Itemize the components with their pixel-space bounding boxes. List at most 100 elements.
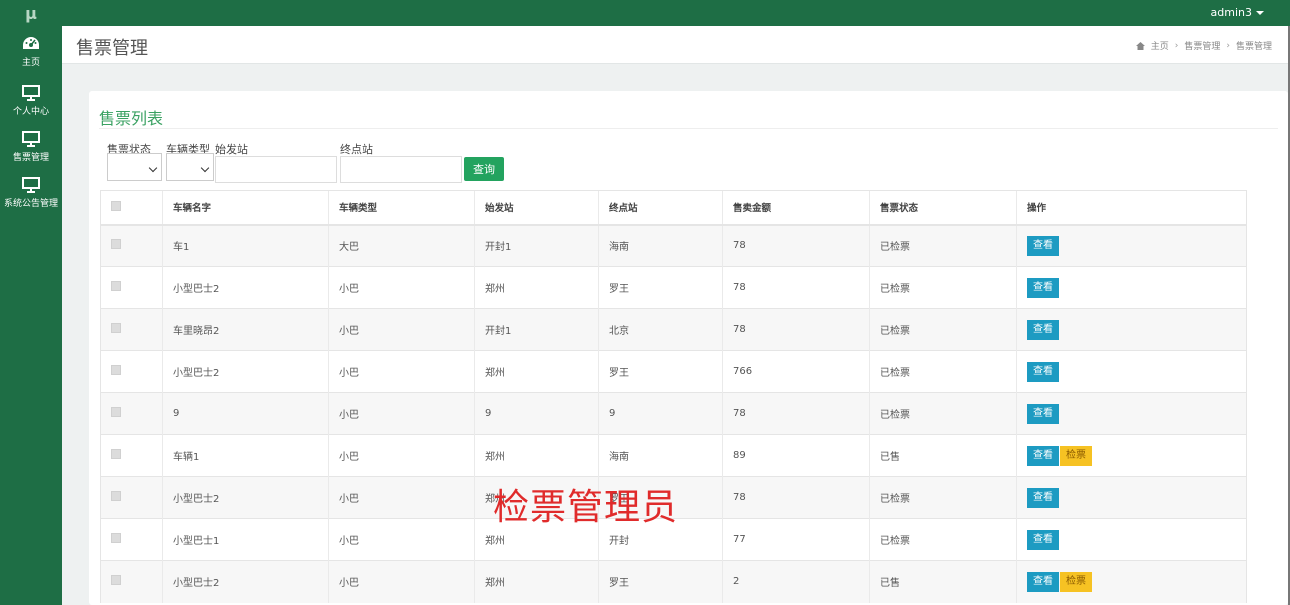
overlay-caption: 检票管理员 bbox=[493, 487, 679, 528]
cell-status: 已检票 bbox=[869, 266, 1017, 309]
cell-origin: 郑州 bbox=[474, 434, 599, 477]
actions-cell: 查看 bbox=[1016, 392, 1247, 435]
monitor-icon bbox=[22, 85, 40, 101]
cell-name: 小型巴士2 bbox=[162, 350, 329, 393]
row-checkbox-cell bbox=[100, 350, 163, 393]
vehicle-type-select[interactable] bbox=[166, 153, 214, 181]
check-ticket-button[interactable]: 检票 bbox=[1060, 445, 1092, 466]
actions-cell: 查看 bbox=[1016, 476, 1247, 519]
cell-amount: 78 bbox=[722, 476, 870, 519]
cell-origin: 9 bbox=[474, 392, 599, 435]
row-checkbox[interactable] bbox=[111, 407, 121, 417]
monitor-icon bbox=[22, 177, 40, 193]
cell-origin: 开封1 bbox=[474, 224, 599, 267]
page-title: 售票管理 bbox=[76, 38, 148, 59]
cell-name: 小型巴士2 bbox=[162, 560, 329, 603]
sidebar-item-profile[interactable]: 个人中心 bbox=[0, 78, 62, 124]
cell-name: 小型巴士2 bbox=[162, 476, 329, 519]
sidebar-item-label: 个人中心 bbox=[12, 107, 49, 117]
sidebar-item-label: 主页 bbox=[21, 58, 40, 68]
chevron-down-icon bbox=[200, 163, 210, 173]
table-header-row: 车辆名字 车辆类型 始发站 终点站 售卖金额 售票状态 操作 bbox=[100, 190, 1247, 226]
table-row: 车1 大巴 开封1 海南 78 已检票 查看 bbox=[100, 224, 1247, 267]
view-button[interactable]: 查看 bbox=[1027, 571, 1059, 592]
ticket-list-panel: 售票列表 售票状态 车辆类型 始发站 终点站 查询 车辆名字 车辆类型 始发站 … bbox=[89, 91, 1288, 605]
cell-dest: 罗王 bbox=[598, 350, 723, 393]
select-all-checkbox-cell bbox=[100, 190, 163, 226]
destination-input[interactable] bbox=[340, 156, 462, 183]
view-button[interactable]: 查看 bbox=[1027, 529, 1059, 550]
view-button[interactable]: 查看 bbox=[1027, 319, 1059, 340]
column-header[interactable]: 车辆名字 bbox=[162, 190, 329, 226]
cell-amount: 78 bbox=[722, 308, 870, 351]
cell-status: 已检票 bbox=[869, 392, 1017, 435]
cell-dest: 海南 bbox=[598, 434, 723, 477]
user-name: admin3 bbox=[1210, 6, 1252, 19]
cell-amount: 77 bbox=[722, 518, 870, 561]
query-button[interactable]: 查询 bbox=[464, 157, 504, 181]
actions-cell: 查看 bbox=[1016, 350, 1247, 393]
breadcrumb-item[interactable]: 售票管理 bbox=[1184, 39, 1220, 52]
row-checkbox[interactable] bbox=[111, 533, 121, 543]
caret-down-icon bbox=[1256, 11, 1264, 15]
row-checkbox-cell bbox=[100, 476, 163, 519]
row-checkbox[interactable] bbox=[111, 575, 121, 586]
row-checkbox-cell bbox=[100, 518, 163, 561]
column-header[interactable]: 车辆类型 bbox=[328, 190, 475, 226]
sidebar-item-home[interactable]: 主页 bbox=[0, 26, 62, 78]
row-checkbox-cell bbox=[100, 560, 163, 603]
table-row: 小型巴士2 小巴 郑州 罗王 78 已检票 查看 bbox=[100, 266, 1247, 309]
cell-type: 小巴 bbox=[328, 560, 475, 603]
view-button[interactable]: 查看 bbox=[1027, 487, 1059, 508]
app-logo[interactable]: μ bbox=[0, 0, 62, 26]
actions-cell: 查看 检票 bbox=[1016, 560, 1247, 603]
view-button[interactable]: 查看 bbox=[1027, 277, 1059, 298]
row-checkbox-cell bbox=[100, 224, 163, 267]
view-button[interactable]: 查看 bbox=[1027, 403, 1059, 424]
cell-name: 9 bbox=[162, 392, 329, 435]
cell-type: 小巴 bbox=[328, 350, 475, 393]
column-header[interactable]: 终点站 bbox=[598, 190, 723, 226]
row-checkbox-cell bbox=[100, 434, 163, 477]
cell-name: 车1 bbox=[162, 224, 329, 267]
view-button[interactable]: 查看 bbox=[1027, 235, 1059, 256]
row-checkbox-cell bbox=[100, 308, 163, 351]
table-row: 小型巴士2 小巴 郑州 罗王 2 已售 查看 检票 bbox=[100, 560, 1247, 603]
cell-status: 已检票 bbox=[869, 308, 1017, 351]
sidebar-item-ticket-management[interactable]: 售票管理 bbox=[0, 124, 62, 170]
ticket-table: 车辆名字 车辆类型 始发站 终点站 售卖金额 售票状态 操作 车1 大巴 开封1 海南… bbox=[100, 190, 1247, 603]
origin-input[interactable] bbox=[215, 156, 337, 183]
sidebar-item-announcements[interactable]: 系统公告管理 bbox=[0, 170, 62, 216]
row-checkbox[interactable] bbox=[111, 491, 121, 501]
check-ticket-button[interactable]: 检票 bbox=[1060, 571, 1092, 592]
column-header[interactable]: 始发站 bbox=[474, 190, 599, 226]
home-icon bbox=[1135, 41, 1145, 50]
actions-cell: 查看 bbox=[1016, 266, 1247, 309]
row-checkbox[interactable] bbox=[111, 365, 121, 375]
cell-amount: 78 bbox=[722, 266, 870, 309]
cell-status: 已检票 bbox=[869, 476, 1017, 519]
view-button[interactable]: 查看 bbox=[1027, 445, 1059, 466]
cell-amount: 78 bbox=[722, 392, 870, 435]
row-checkbox[interactable] bbox=[111, 449, 121, 459]
breadcrumb-home[interactable]: 主页 bbox=[1151, 39, 1169, 52]
sidebar: 主页 个人中心 售票管理 系统公告管理 bbox=[0, 26, 62, 605]
breadcrumb-current: 售票管理 bbox=[1235, 42, 1272, 52]
actions-cell: 查看 bbox=[1016, 308, 1247, 351]
select-all-checkbox[interactable] bbox=[111, 200, 121, 211]
column-header[interactable]: 售卖金额 bbox=[722, 190, 870, 226]
row-checkbox[interactable] bbox=[111, 239, 121, 250]
column-header: 操作 bbox=[1016, 190, 1247, 226]
cell-origin: 郑州 bbox=[474, 266, 599, 309]
user-menu[interactable]: admin3 bbox=[1211, 0, 1264, 26]
breadcrumb: 主页 › 售票管理 › 售票管理 bbox=[1135, 39, 1272, 52]
cell-type: 小巴 bbox=[328, 308, 475, 351]
status-select[interactable] bbox=[107, 153, 162, 181]
cell-name: 小型巴士2 bbox=[162, 266, 329, 309]
row-checkbox[interactable] bbox=[111, 281, 121, 291]
row-checkbox-cell bbox=[100, 392, 163, 435]
column-header[interactable]: 售票状态 bbox=[869, 190, 1017, 226]
view-button[interactable]: 查看 bbox=[1027, 361, 1059, 382]
row-checkbox[interactable] bbox=[111, 323, 121, 333]
cell-dest: 北京 bbox=[598, 308, 723, 351]
